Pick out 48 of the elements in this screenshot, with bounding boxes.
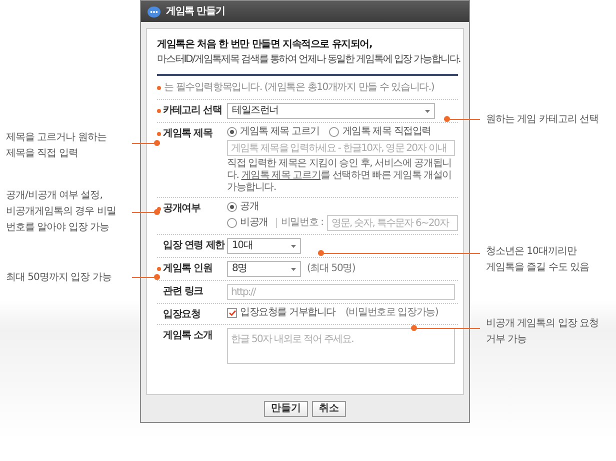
password-label: 비밀번호 : [280, 217, 324, 229]
hint-text: (비밀번호로 입장가능) [345, 307, 438, 319]
annotation-text: 제목을 고르거나 원하는 제목을 직접 입력 [6, 131, 106, 161]
intro-textarea[interactable]: 한글 50자 내외로 적어 주세요. [227, 328, 455, 364]
field-label: 관련 링크 [163, 286, 203, 298]
title-input[interactable]: 게임톡 제목을 입력하세요 - 한글10자, 영문 20자 이내 [227, 140, 455, 156]
dropdown[interactable]: 테일즈런너 [227, 103, 435, 119]
leader-line [132, 209, 160, 215]
leader-line [444, 116, 480, 122]
dropdown[interactable]: 8명 [227, 261, 301, 277]
password-input[interactable]: 영문, 숫자, 특수문자 6~20자 [327, 215, 458, 231]
annotation-text: 원하는 게임 카테고리 선택 [486, 113, 599, 127]
field-label: 게임톡 소개 [163, 330, 212, 342]
radio-option[interactable]: 게임톡 제목 직접입력 [329, 126, 432, 138]
leader-line [132, 274, 160, 280]
link-input[interactable]: http:// [227, 284, 455, 300]
reject-request-checkbox[interactable]: 입장요청를 거부합니다 [227, 307, 336, 319]
caret-icon [291, 244, 296, 248]
create-button[interactable]: 만들기 [264, 401, 308, 417]
chat-bubble-icon [147, 6, 161, 18]
required-icon [157, 86, 161, 90]
hint-text: (최대 50명) [307, 263, 356, 275]
cancel-button[interactable]: 취소 [312, 401, 346, 417]
required-note: 는 필수입력항목입니다. (게임톡은 총10개까지 만들 수 있습니다.) [164, 82, 434, 94]
radio-option[interactable]: 게임톡 제목 고르기 [227, 126, 320, 138]
field-label: 게임톡 인원 [163, 263, 212, 275]
title-choose-link[interactable]: 게임톡 제목 고르기 [241, 170, 321, 181]
field-label: 공개여부 [163, 203, 200, 215]
window-title: 게임톡 만들기 [166, 6, 225, 18]
field-label: 카테고리 선택 [163, 105, 222, 117]
check-icon [228, 310, 236, 316]
annotation-text: 비공개 게임톡의 입장 요청 거부 가능 [486, 317, 599, 347]
caret-icon [425, 110, 430, 112]
field-label: 입장 연령 제한 [163, 240, 224, 252]
dropdown[interactable]: 10대 [227, 238, 301, 254]
radio-option[interactable]: 공개 [227, 201, 259, 213]
annotation-text: 청소년은 10대끼리만 게임톡을 즐길 수도 있음 [486, 245, 590, 275]
radio-option[interactable]: 비공개 [227, 217, 268, 229]
field-label: 게임톡 제목 [163, 128, 212, 140]
field-label: 입장요청 [163, 309, 200, 321]
intro-headline: 게임톡은 처음 한 번만 만들면 지속적으로 유지되어, [157, 39, 374, 51]
leader-line [411, 325, 480, 331]
annotation-text: 최대 50명까지 입장 가능 [6, 271, 112, 285]
help-text: 직접 입력한 제목은 지킴이 승인 후, 서비스에 공개됩니다. 게임톡 제목 고르기를 선택하면 빠른 게임톡 개설이 가능합니다. [227, 158, 452, 194]
intro-text: 마스터ID/게임톡제목 검색를 통하여 언제나 동일한 게임톡에 입장 가능합니다. [157, 54, 458, 76]
annotation-text: 공개/비공개 여부 설정, 비공개게임톡의 경우 비밀 번호를 알아야 입장 가능 [6, 189, 116, 235]
caret-icon [291, 268, 296, 270]
leader-line [132, 140, 160, 146]
